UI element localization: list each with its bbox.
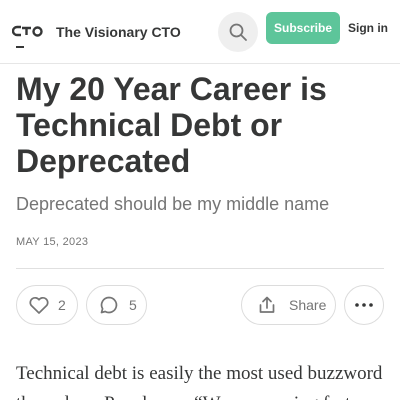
header-accent-line (16, 46, 24, 48)
share-label: Share (289, 297, 327, 313)
more-options-button[interactable] (344, 285, 384, 325)
post-body: Technical debt is easily the most used b… (16, 359, 400, 400)
cto-logo-icon[interactable] (11, 24, 44, 38)
share-button[interactable]: Share (241, 285, 336, 325)
search-icon (229, 23, 247, 41)
comment-count: 5 (129, 297, 137, 313)
body-line: Technical debt is easily the most used b… (16, 363, 383, 384)
comment-icon (100, 296, 118, 314)
subscribe-button[interactable]: Subscribe (266, 12, 340, 44)
top-bar: The Visionary CTO Subscribe Sign in (0, 0, 400, 64)
post-subtitle: Deprecated should be my middle name (16, 194, 330, 214)
comment-button[interactable]: 5 (86, 285, 147, 325)
body-line: these days. People say, “We are moving f… (16, 389, 400, 400)
heart-icon (29, 296, 49, 314)
divider (16, 268, 384, 269)
search-button[interactable] (218, 12, 258, 52)
more-dots-icon (355, 303, 373, 307)
publication-name[interactable]: The Visionary CTO (56, 24, 181, 40)
post-date: MAY 15, 2023 (16, 236, 89, 248)
sign-in-link[interactable]: Sign in (348, 21, 388, 35)
like-count: 2 (58, 297, 66, 313)
like-button[interactable]: 2 (16, 285, 78, 325)
share-icon (259, 296, 275, 313)
post-title: My 20 Year Career is Technical Debt or D… (16, 71, 327, 179)
